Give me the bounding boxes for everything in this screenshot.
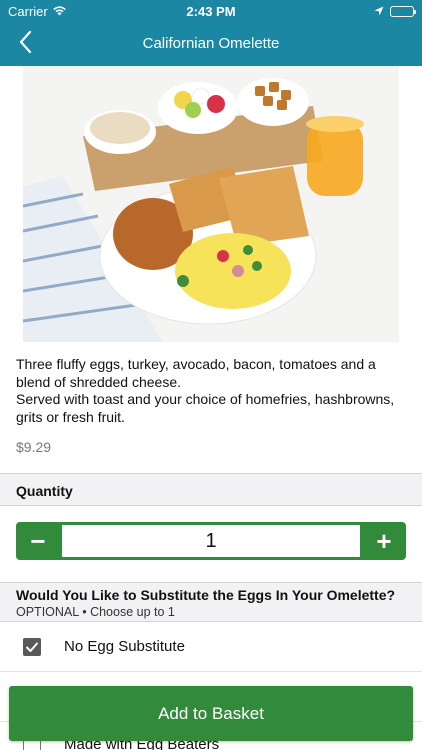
description-line-1: Three fluffy eggs, turkey, avocado, baco…: [16, 356, 376, 390]
quantity-stepper: − 1 +: [16, 522, 406, 560]
substitution-question: Would You Like to Substitute the Eggs In…: [16, 587, 396, 603]
status-bar: Carrier 2:43 PM: [0, 0, 422, 22]
description-line-2: Served with toast and your choice of hom…: [16, 391, 395, 425]
nav-bar: Californian Omelette: [0, 22, 422, 66]
decrement-button[interactable]: −: [16, 522, 60, 560]
increment-button[interactable]: +: [362, 522, 406, 560]
option-no-egg-substitute[interactable]: No Egg Substitute: [0, 622, 422, 672]
back-button[interactable]: [10, 28, 40, 60]
status-right-group: [374, 4, 416, 19]
quantity-header: Quantity: [0, 473, 422, 506]
add-to-basket-button[interactable]: Add to Basket: [9, 686, 413, 741]
item-photo: [23, 66, 399, 342]
substitution-header: Would You Like to Substitute the Eggs In…: [0, 582, 422, 622]
location-arrow-icon: [374, 4, 384, 19]
quantity-heading: Quantity: [16, 483, 73, 499]
item-price: $9.29: [16, 439, 52, 455]
item-description: Three fluffy eggs, turkey, avocado, baco…: [16, 356, 408, 426]
checkbox-checked[interactable]: [23, 638, 41, 656]
substitution-meta: OPTIONAL • Choose up to 1: [16, 605, 175, 619]
battery-icon: [390, 6, 416, 17]
chevron-left-icon: [18, 30, 32, 59]
option-label: No Egg Substitute: [64, 638, 185, 655]
page-title: Californian Omelette: [142, 35, 280, 52]
quantity-value[interactable]: 1: [62, 525, 360, 557]
status-time: 2:43 PM: [186, 4, 236, 19]
